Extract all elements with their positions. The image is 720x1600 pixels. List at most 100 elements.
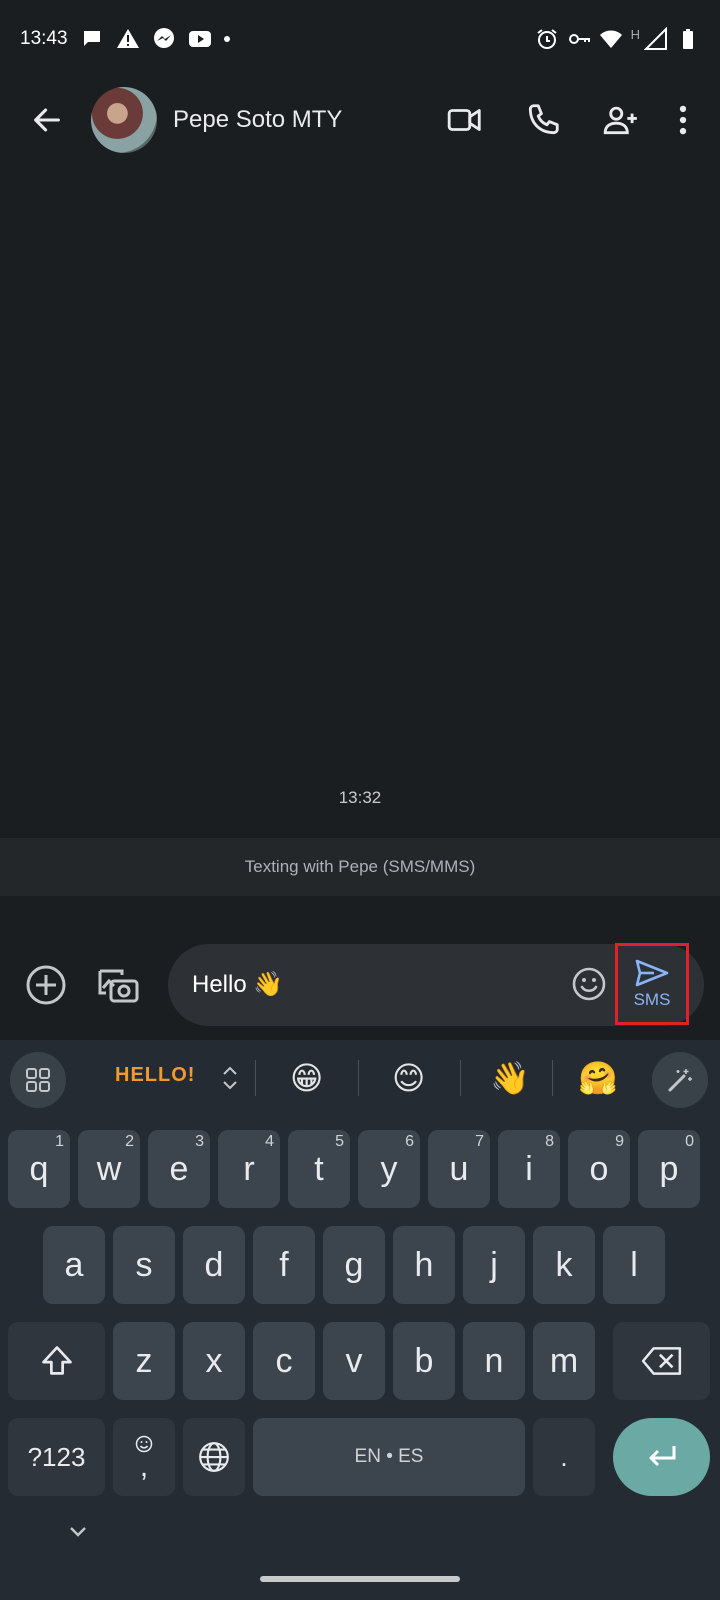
network-type-label: H (630, 26, 640, 42)
comma-key[interactable]: , (113, 1418, 175, 1496)
key-g[interactable]: g (323, 1226, 385, 1304)
key-label: b (414, 1341, 434, 1380)
warning-icon (116, 27, 140, 51)
gallery-button[interactable] (94, 961, 142, 1009)
add-person-icon (603, 106, 637, 135)
send-button-label: SMS (633, 990, 671, 1009)
expand-suggestions-button[interactable] (220, 1064, 240, 1097)
add-circle-icon (26, 965, 66, 1005)
key-b[interactable]: b (393, 1322, 455, 1400)
key-a[interactable]: a (43, 1226, 105, 1304)
key-label: h (414, 1245, 434, 1284)
emoji-suggestion-2[interactable]: 😊 (392, 1058, 425, 1098)
key-label: m (549, 1341, 579, 1380)
emoji-suggestion-4[interactable]: 🤗 (578, 1058, 618, 1098)
message-input-text[interactable]: Hello 👋 (192, 970, 283, 999)
add-contact-button[interactable] (582, 90, 660, 150)
key-label: f (279, 1245, 289, 1284)
key-z[interactable]: z (113, 1322, 175, 1400)
key-d[interactable]: d (183, 1226, 245, 1304)
wifi-icon (599, 27, 623, 51)
photo-camera-icon (98, 969, 139, 1003)
globe-icon (199, 1442, 229, 1472)
arrow-back-icon (34, 108, 60, 132)
key-label: p (659, 1149, 679, 1188)
key-c[interactable]: c (253, 1322, 315, 1400)
key-label: w (96, 1149, 122, 1188)
sticker-suggestion[interactable]: HELLO! (115, 1064, 195, 1087)
key-label: k (555, 1245, 573, 1284)
shift-key[interactable] (8, 1322, 105, 1400)
key-y[interactable]: y6 (358, 1130, 420, 1208)
key-p[interactable]: p0 (638, 1130, 700, 1208)
alarm-icon (535, 27, 559, 51)
period-key-label: . (560, 1441, 568, 1472)
gesture-nav-handle[interactable] (260, 1576, 460, 1582)
status-bar: 13:43 H (0, 0, 720, 78)
status-time: 13:43 (20, 28, 68, 49)
key-label: u (449, 1149, 469, 1188)
period-key[interactable]: . (533, 1418, 595, 1496)
key-label: s (135, 1245, 153, 1284)
key-number-hint: 8 (545, 1133, 554, 1150)
enter-key[interactable] (613, 1418, 710, 1496)
contact-avatar[interactable] (91, 87, 157, 153)
keyboard: HELLO! 😁 😊 👋 🤗 q1w2e3r4t5y6u7i8o9p0 asdf… (0, 1040, 720, 1600)
youtube-icon (188, 27, 212, 51)
key-x[interactable]: x (183, 1322, 245, 1400)
key-r[interactable]: r4 (218, 1130, 280, 1208)
key-f[interactable]: f (253, 1226, 315, 1304)
language-key[interactable] (183, 1418, 245, 1496)
send-icon (635, 959, 669, 987)
symbols-key-label: ?123 (27, 1441, 86, 1472)
key-label: o (589, 1149, 609, 1188)
back-button[interactable] (17, 90, 77, 150)
magic-wand-icon (668, 1069, 692, 1092)
hide-keyboard-button[interactable] (64, 1518, 92, 1546)
key-k[interactable]: k (533, 1226, 595, 1304)
backspace-key[interactable] (613, 1322, 710, 1400)
key-e[interactable]: e3 (148, 1130, 210, 1208)
message-input[interactable]: Hello 👋 SMS (168, 943, 704, 1026)
key-t[interactable]: t5 (288, 1130, 350, 1208)
key-n[interactable]: n (463, 1322, 525, 1400)
key-h[interactable]: h (393, 1226, 455, 1304)
key-label: i (525, 1149, 533, 1188)
key-m[interactable]: m (533, 1322, 595, 1400)
emoji-button[interactable] (570, 965, 608, 1003)
key-w[interactable]: w2 (78, 1130, 140, 1208)
symbols-key[interactable]: ?123 (8, 1418, 105, 1496)
toolbar-divider (460, 1060, 461, 1096)
key-j[interactable]: j (463, 1226, 525, 1304)
space-bar[interactable]: EN • ES (253, 1418, 525, 1496)
key-s[interactable]: s (113, 1226, 175, 1304)
compose-bar: Hello 👋 SMS (0, 943, 720, 1026)
emoji-suggestion-1[interactable]: 😁 (290, 1058, 323, 1098)
sms-mode-banner: Texting with Pepe (SMS/MMS) (0, 838, 720, 896)
key-number-hint: 6 (405, 1133, 414, 1150)
key-l[interactable]: l (603, 1226, 665, 1304)
apps-grid-button[interactable] (10, 1052, 66, 1108)
toolbar-divider (358, 1060, 359, 1096)
dot-icon (223, 36, 230, 42)
key-number-hint: 4 (265, 1133, 274, 1150)
contact-name[interactable]: Pepe Soto MTY (173, 106, 342, 134)
battery-icon (676, 27, 700, 51)
call-button[interactable] (504, 90, 582, 150)
key-label: y (380, 1149, 398, 1188)
key-q[interactable]: q1 (8, 1130, 70, 1208)
key-o[interactable]: o9 (568, 1130, 630, 1208)
magic-wand-button[interactable] (652, 1052, 708, 1108)
emoji-suggestion-3[interactable]: 👋 (490, 1058, 530, 1098)
key-label: l (630, 1245, 638, 1284)
more-options-button[interactable] (660, 90, 706, 150)
key-u[interactable]: u7 (428, 1130, 490, 1208)
comma-key-label: , (139, 1450, 149, 1483)
key-number-hint: 7 (475, 1133, 484, 1150)
key-i[interactable]: i8 (498, 1130, 560, 1208)
video-call-button[interactable] (426, 90, 504, 150)
add-attachment-button[interactable] (24, 963, 68, 1007)
key-label: g (344, 1245, 364, 1284)
send-sms-button[interactable]: SMS (615, 943, 689, 1025)
key-v[interactable]: v (323, 1322, 385, 1400)
